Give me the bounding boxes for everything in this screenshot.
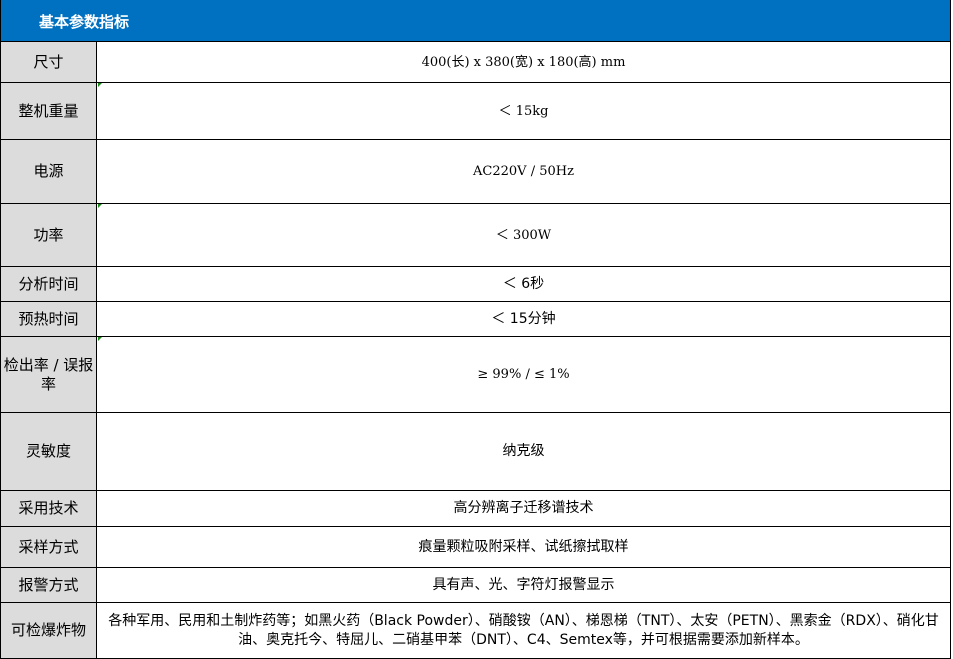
row-label: 分析时间 (1, 267, 97, 301)
row-value: 400(长) x 380(宽) x 180(高) mm (421, 54, 626, 70)
row-value: 纳克级 (502, 443, 545, 459)
row-label: 报警方式 (1, 568, 97, 602)
table-row-detection-rate: 检出率 / 误报率 ≥ 99% / ≤ 1% (1, 337, 950, 413)
row-value: 痕量颗粒吸附采样、试纸擦拭取样 (418, 538, 629, 555)
row-label: 检出率 / 误报率 (1, 337, 97, 412)
table-row-power-supply: 电源 AC220V / 50Hz (1, 140, 950, 204)
row-value: 高分辨离子迁移谱技术 (453, 500, 594, 516)
table-row-alarm-method: 报警方式 具有声、光、字符灯报警显示 (1, 568, 950, 603)
table-header: 基本参数指标 (1, 0, 950, 42)
cell-comment-marker-icon (98, 204, 102, 208)
row-label: 灵敏度 (1, 413, 97, 490)
row-label: 整机重量 (1, 83, 97, 139)
row-value: ＜ 6秒 (502, 275, 545, 292)
row-label: 电源 (1, 140, 97, 203)
spec-table: 基本参数指标 尺寸 400(长) x 380(宽) x 180(高) mm 整机… (0, 0, 951, 659)
row-label: 尺寸 (1, 42, 97, 82)
cell-comment-marker-icon (98, 83, 102, 87)
row-label: 采样方式 (1, 527, 97, 567)
table-row-analysis-time: 分析时间 ＜ 6秒 (1, 267, 950, 302)
row-label: 预热时间 (1, 302, 97, 336)
cell-comment-marker-icon (98, 337, 102, 341)
row-label: 可检爆炸物 (1, 603, 97, 658)
row-label: 采用技术 (1, 491, 97, 526)
table-row-weight: 整机重量 ＜ 15kg (1, 83, 950, 140)
row-value: ＜ 15kg (498, 103, 549, 119)
table-row-sensitivity: 灵敏度 纳克级 (1, 413, 950, 491)
row-value: ＜ 300W (495, 227, 552, 243)
table-row-technology: 采用技术 高分辨离子迁移谱技术 (1, 491, 950, 527)
row-value: ＜ 15分钟 (491, 310, 556, 327)
row-label: 功率 (1, 204, 97, 266)
row-value: 具有声、光、字符灯报警显示 (432, 576, 615, 593)
table-row-preheat-time: 预热时间 ＜ 15分钟 (1, 302, 950, 337)
table-row-size: 尺寸 400(长) x 380(宽) x 180(高) mm (1, 42, 950, 83)
row-value: AC220V / 50Hz (473, 164, 574, 179)
row-value: 各种军用、民用和土制炸药等；如黑火药（Black Powder）、硝酸铵（AN）… (108, 612, 939, 648)
row-value: ≥ 99% / ≤ 1% (477, 367, 570, 382)
table-row-sampling-method: 采样方式 痕量颗粒吸附采样、试纸擦拭取样 (1, 527, 950, 568)
table-row-detectable-explosives: 可检爆炸物 各种军用、民用和土制炸药等；如黑火药（Black Powder）、硝… (1, 603, 950, 659)
table-row-wattage: 功率 ＜ 300W (1, 204, 950, 267)
